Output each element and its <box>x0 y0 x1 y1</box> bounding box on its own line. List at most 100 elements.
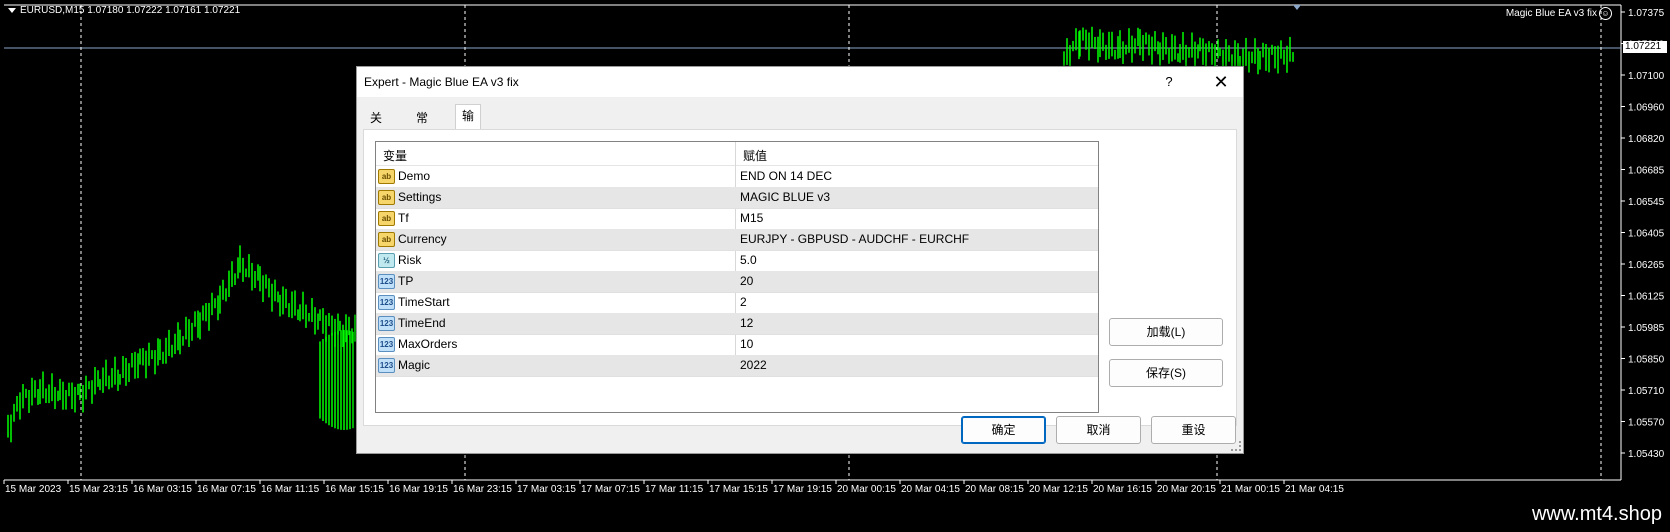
param-name: Demo <box>398 169 431 183</box>
smiley-icon: ☺ <box>1599 7 1612 20</box>
time-label: 17 Mar 15:15 <box>709 484 768 495</box>
price-label: 1.06545 <box>1628 197 1665 208</box>
column-value[interactable]: 赋值 <box>743 147 767 164</box>
close-button[interactable]: ✕ <box>1209 72 1233 92</box>
price-label: 1.06405 <box>1628 229 1665 240</box>
table-row[interactable]: ab Tf M15 <box>376 208 1098 230</box>
price-label: 1.07100 <box>1628 71 1665 82</box>
string-type-icon: ab <box>378 232 395 247</box>
price-label: 1.07375 <box>1628 8 1665 19</box>
param-value[interactable]: EURJPY - GBPUSD - AUDCHF - EURCHF <box>740 232 969 246</box>
param-name: Tf <box>398 211 409 225</box>
time-label: 16 Mar 15:15 <box>325 484 384 495</box>
time-label: 20 Mar 04:15 <box>901 484 960 495</box>
time-label: 20 Mar 16:15 <box>1093 484 1152 495</box>
price-label: 1.06685 <box>1628 166 1665 177</box>
string-type-icon: ab <box>378 190 395 205</box>
time-label: 16 Mar 07:15 <box>197 484 256 495</box>
symbol-quote: EURUSD,M15 1.07180 1.07222 1.07161 1.072… <box>20 5 241 16</box>
price-label: 1.05985 <box>1628 323 1665 334</box>
price-label: 1.06125 <box>1628 292 1665 303</box>
time-label: 16 Mar 23:15 <box>453 484 512 495</box>
expert-label: Magic Blue EA v3 fix ☺ <box>1506 7 1612 20</box>
time-label: 21 Mar 00:15 <box>1221 484 1280 495</box>
table-row[interactable]: ½ Risk 5.0 <box>376 250 1098 272</box>
param-value[interactable]: M15 <box>740 211 763 225</box>
time-label: 15 Mar 2023 <box>5 484 62 495</box>
table-header: 变量 赋值 <box>376 142 1098 166</box>
price-label: 1.05570 <box>1628 418 1665 429</box>
dialog-title: Expert - Magic Blue EA v3 fix <box>364 75 519 89</box>
table-row[interactable]: ab Currency EURJPY - GBPUSD - AUDCHF - EUR… <box>376 229 1098 251</box>
string-type-icon: ab <box>378 169 395 184</box>
cancel-button[interactable]: 取消 <box>1056 416 1141 444</box>
string-type-icon: ab <box>378 211 395 226</box>
integer-type-icon: 123 <box>378 274 395 289</box>
param-value[interactable]: 2022 <box>740 358 767 372</box>
param-name: Risk <box>398 253 422 267</box>
param-name: TimeEnd <box>398 316 446 330</box>
price-label: 1.05850 <box>1628 355 1665 366</box>
table-row[interactable]: 123 TimeEnd 12 <box>376 313 1098 335</box>
param-value[interactable]: 12 <box>740 316 753 330</box>
watermark: www.mt4.shop <box>1531 503 1662 525</box>
expert-dialog: Expert - Magic Blue EA v3 fix ? ✕ 关于 常用 … <box>356 66 1244 454</box>
column-variable[interactable]: 变量 <box>383 147 407 164</box>
dropdown-triangle-icon[interactable] <box>8 7 16 13</box>
time-label: 15 Mar 23:15 <box>69 484 128 495</box>
table-row[interactable]: ab Settings MAGIC BLUE v3 <box>376 187 1098 209</box>
expert-name: Magic Blue EA v3 fix <box>1505 8 1597 20</box>
ok-button[interactable]: 确定 <box>961 416 1046 444</box>
dialog-titlebar[interactable]: Expert - Magic Blue EA v3 fix ? ✕ <box>357 67 1243 97</box>
time-label: 20 Mar 00:15 <box>837 484 896 495</box>
param-value[interactable]: 2 <box>740 295 747 309</box>
table-row[interactable]: 123 MaxOrders 10 <box>376 334 1098 356</box>
param-value[interactable]: END ON 14 DEC <box>740 169 832 183</box>
price-label: 1.05710 <box>1628 386 1665 397</box>
table-row[interactable]: 123 Magic 2022 <box>376 355 1098 377</box>
param-name: Magic <box>398 358 431 372</box>
param-value[interactable]: 20 <box>740 274 753 288</box>
integer-type-icon: 123 <box>378 337 395 352</box>
footer-bar: www.mt4.shop <box>0 499 1670 532</box>
price-label: 1.06820 <box>1628 134 1665 145</box>
param-name: TimeStart <box>398 295 450 309</box>
tab-inputs[interactable]: 输入参数 <box>455 104 482 189</box>
time-label: 17 Mar 03:15 <box>517 484 576 495</box>
param-name: Currency <box>398 232 447 246</box>
time-label: 20 Mar 08:15 <box>965 484 1024 495</box>
time-label: 20 Mar 20:15 <box>1157 484 1216 495</box>
price-label: 1.06265 <box>1628 260 1665 271</box>
help-button[interactable]: ? <box>1159 72 1179 92</box>
table-row[interactable]: 123 TP 20 <box>376 271 1098 293</box>
current-price-tag: 1.07221 <box>1623 41 1667 53</box>
table-row[interactable]: ab Demo END ON 14 DEC <box>376 166 1098 188</box>
param-value[interactable]: 10 <box>740 337 753 351</box>
tab-common[interactable]: 常用 <box>409 106 435 147</box>
param-name: MaxOrders <box>398 337 458 351</box>
parameters-table[interactable]: 变量 赋值 ab Demo END ON 14 DEC ab Settings MAGIC… <box>375 141 1099 413</box>
time-label: 17 Mar 19:15 <box>773 484 832 495</box>
param-name: Settings <box>398 190 442 204</box>
table-row[interactable]: 123 TimeStart 2 <box>376 292 1098 314</box>
integer-type-icon: 123 <box>378 316 395 331</box>
reset-button[interactable]: 重设 <box>1151 416 1236 444</box>
resize-grip-icon[interactable] <box>1231 441 1241 451</box>
time-label: 17 Mar 11:15 <box>645 484 704 495</box>
chart-header: EURUSD,M15 1.07180 1.07222 1.07161 1.072… <box>8 5 240 16</box>
time-label: 20 Mar 12:15 <box>1029 484 1088 495</box>
double-type-icon: ½ <box>378 253 395 268</box>
time-label: 16 Mar 11:15 <box>261 484 320 495</box>
time-label: 16 Mar 03:15 <box>133 484 192 495</box>
tab-about[interactable]: 关于 <box>363 106 389 147</box>
price-label: 1.06960 <box>1628 103 1665 114</box>
param-value[interactable]: 5.0 <box>740 253 757 267</box>
load-button[interactable]: 加载(L) <box>1109 318 1223 346</box>
integer-type-icon: 123 <box>378 295 395 310</box>
integer-type-icon: 123 <box>378 358 395 373</box>
param-name: TP <box>398 274 414 288</box>
price-label: 1.05430 <box>1628 449 1665 460</box>
save-button[interactable]: 保存(S) <box>1109 359 1223 387</box>
time-label: 17 Mar 07:15 <box>581 484 640 495</box>
param-value[interactable]: MAGIC BLUE v3 <box>740 190 830 204</box>
